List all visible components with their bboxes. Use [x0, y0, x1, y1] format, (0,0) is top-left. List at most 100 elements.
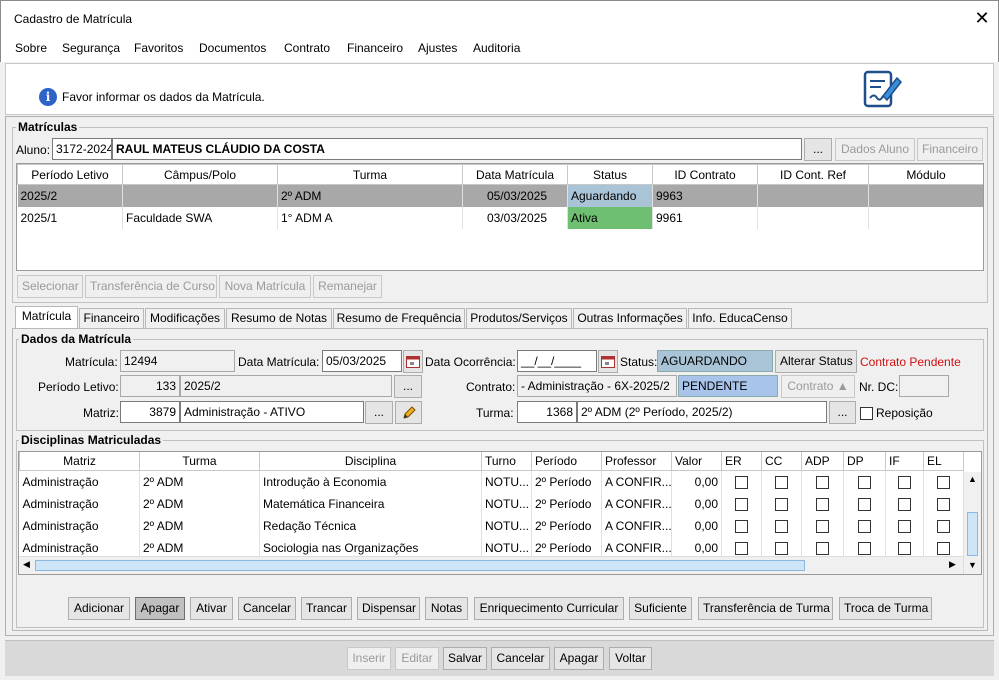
- cancelar-button[interactable]: Cancelar: [238, 597, 296, 620]
- calendar-icon[interactable]: [403, 350, 423, 373]
- periodo-field[interactable]: 2025/2: [180, 375, 392, 397]
- selecionar-button[interactable]: Selecionar: [17, 275, 83, 298]
- turma-search-button[interactable]: ...: [829, 401, 856, 424]
- tab-matricula[interactable]: Matrícula: [15, 306, 78, 329]
- col-periodo-letivo[interactable]: Período Letivo: [17, 164, 123, 185]
- matriz-code-field[interactable]: 3879: [120, 401, 180, 423]
- contrato-button[interactable]: Contrato ▲: [781, 375, 855, 398]
- col-id-cont-ref[interactable]: ID Cont. Ref: [757, 164, 869, 185]
- col-matriz[interactable]: Matriz: [19, 452, 140, 471]
- flag-checkbox[interactable]: [735, 497, 748, 511]
- flag-checkbox[interactable]: [735, 541, 748, 555]
- scroll-right-icon[interactable]: ▶: [949, 559, 956, 570]
- col-professor[interactable]: Professor: [601, 452, 672, 471]
- flag-checkbox[interactable]: [775, 541, 788, 555]
- matricula-field[interactable]: 12494: [120, 350, 235, 372]
- periodo-code-field[interactable]: 133: [120, 375, 180, 397]
- flag-checkbox[interactable]: [816, 541, 829, 555]
- flag-checkbox[interactable]: [898, 497, 911, 511]
- tab-produtos-servicos[interactable]: Produtos/Serviços: [466, 308, 572, 328]
- contrato-status-field[interactable]: PENDENTE: [678, 375, 778, 397]
- footer-cancelar-button[interactable]: Cancelar: [491, 647, 550, 670]
- remanejar-button[interactable]: Remanejar: [313, 275, 382, 298]
- menu-ajustes[interactable]: Ajustes: [418, 41, 457, 55]
- col-disciplina[interactable]: Disciplina: [259, 452, 482, 471]
- notas-button[interactable]: Notas: [425, 597, 468, 620]
- col-periodo[interactable]: Período: [531, 452, 602, 471]
- flag-checkbox[interactable]: [816, 519, 829, 533]
- status-field[interactable]: AGUARDANDO: [657, 350, 773, 372]
- scroll-thumb[interactable]: [35, 560, 805, 571]
- inserir-button[interactable]: Inserir: [347, 647, 391, 670]
- scroll-thumb[interactable]: [967, 512, 978, 556]
- col-turno[interactable]: Turno: [481, 452, 532, 471]
- col-dp[interactable]: DP: [843, 452, 886, 471]
- aluno-code-field[interactable]: 3172-2024: [52, 138, 112, 160]
- col-modulo[interactable]: Módulo: [868, 164, 983, 185]
- tab-outras-informacoes[interactable]: Outras Informações: [573, 308, 687, 328]
- nova-matricula-button[interactable]: Nova Matrícula: [219, 275, 311, 298]
- data-matricula-field[interactable]: 05/03/2025: [322, 350, 402, 372]
- horizontal-scrollbar[interactable]: ◀ ▶: [19, 556, 963, 574]
- col-if[interactable]: IF: [885, 452, 924, 471]
- ativar-button[interactable]: Ativar: [190, 597, 233, 620]
- col-turma[interactable]: Turma: [277, 164, 463, 185]
- flag-checkbox[interactable]: [937, 519, 950, 533]
- adicionar-button[interactable]: Adicionar: [68, 597, 130, 620]
- flag-checkbox[interactable]: [937, 475, 950, 489]
- scroll-down-icon[interactable]: ▼: [968, 560, 977, 570]
- flag-checkbox[interactable]: [898, 541, 911, 555]
- scroll-up-icon[interactable]: ▲: [968, 474, 977, 484]
- transferencia-curso-button[interactable]: Transferência de Curso: [85, 275, 217, 298]
- table-row[interactable]: 2025/1 Faculdade SWA 1° ADM A 03/03/2025…: [17, 206, 983, 229]
- contrato-field[interactable]: - Administração - 6X-2025/2: [517, 375, 677, 397]
- turma-field[interactable]: 2º ADM (2º Período, 2025/2): [577, 401, 827, 423]
- voltar-button[interactable]: Voltar: [609, 647, 652, 670]
- table-row[interactable]: Administração 2º ADM Matemática Financeira…: [19, 492, 964, 515]
- aluno-name-field[interactable]: RAUL MATEUS CLÁUDIO DA COSTA: [112, 138, 802, 160]
- close-icon[interactable]: ✕: [971, 6, 993, 30]
- scroll-left-icon[interactable]: ◀: [23, 559, 30, 570]
- dados-aluno-button[interactable]: Dados Aluno: [835, 138, 915, 161]
- edit-pencil-icon[interactable]: [395, 401, 422, 424]
- nr-dc-field[interactable]: [899, 375, 949, 397]
- troca-turma-button[interactable]: Troca de Turma: [839, 597, 932, 620]
- vertical-scrollbar[interactable]: ▲ ▼: [963, 472, 981, 574]
- tab-modificacoes[interactable]: Modificações: [145, 308, 225, 328]
- matriz-field[interactable]: Administração - ATIVO: [180, 401, 364, 423]
- financeiro-button[interactable]: Financeiro: [917, 138, 983, 161]
- table-row[interactable]: Administração 2º ADM Introdução à Economia…: [19, 470, 964, 493]
- flag-checkbox[interactable]: [937, 541, 950, 555]
- menu-auditoria[interactable]: Auditoria: [473, 41, 520, 55]
- tab-resumo-frequencia[interactable]: Resumo de Frequência: [333, 308, 465, 328]
- col-status[interactable]: Status: [567, 164, 653, 185]
- flag-checkbox[interactable]: [816, 475, 829, 489]
- menu-documentos[interactable]: Documentos: [199, 41, 266, 55]
- table-row[interactable]: 2025/2 2º ADM 05/03/2025 Aguardando 9963: [17, 184, 983, 207]
- flag-checkbox[interactable]: [816, 497, 829, 511]
- tab-resumo-notas[interactable]: Resumo de Notas: [226, 308, 332, 328]
- menu-sobre[interactable]: Sobre: [15, 41, 47, 55]
- footer-apagar-button[interactable]: Apagar: [554, 647, 604, 670]
- suficiente-button[interactable]: Suficiente: [629, 597, 692, 620]
- dispensar-button[interactable]: Dispensar: [357, 597, 420, 620]
- data-ocorrencia-field[interactable]: __/__/____: [517, 350, 597, 372]
- col-id-contrato[interactable]: ID Contrato: [652, 164, 758, 185]
- col-er[interactable]: ER: [721, 452, 762, 471]
- flag-checkbox[interactable]: [775, 475, 788, 489]
- menu-seguranca[interactable]: Segurança: [62, 41, 120, 55]
- col-turma[interactable]: Turma: [139, 452, 260, 471]
- menu-favoritos[interactable]: Favoritos: [134, 41, 183, 55]
- flag-checkbox[interactable]: [858, 497, 871, 511]
- transferencia-turma-button[interactable]: Transferência de Turma: [698, 597, 833, 620]
- alterar-status-button[interactable]: Alterar Status: [775, 350, 857, 373]
- flag-checkbox[interactable]: [775, 519, 788, 533]
- col-el[interactable]: EL: [923, 452, 964, 471]
- flag-checkbox[interactable]: [937, 497, 950, 511]
- apagar-button[interactable]: Apagar: [135, 597, 185, 620]
- table-row[interactable]: Administração 2º ADM Redação Técnica NOTU..…: [19, 514, 964, 537]
- turma-code-field[interactable]: 1368: [517, 401, 577, 423]
- col-cc[interactable]: CC: [761, 452, 802, 471]
- flag-checkbox[interactable]: [735, 475, 748, 489]
- col-valor[interactable]: Valor: [671, 452, 722, 471]
